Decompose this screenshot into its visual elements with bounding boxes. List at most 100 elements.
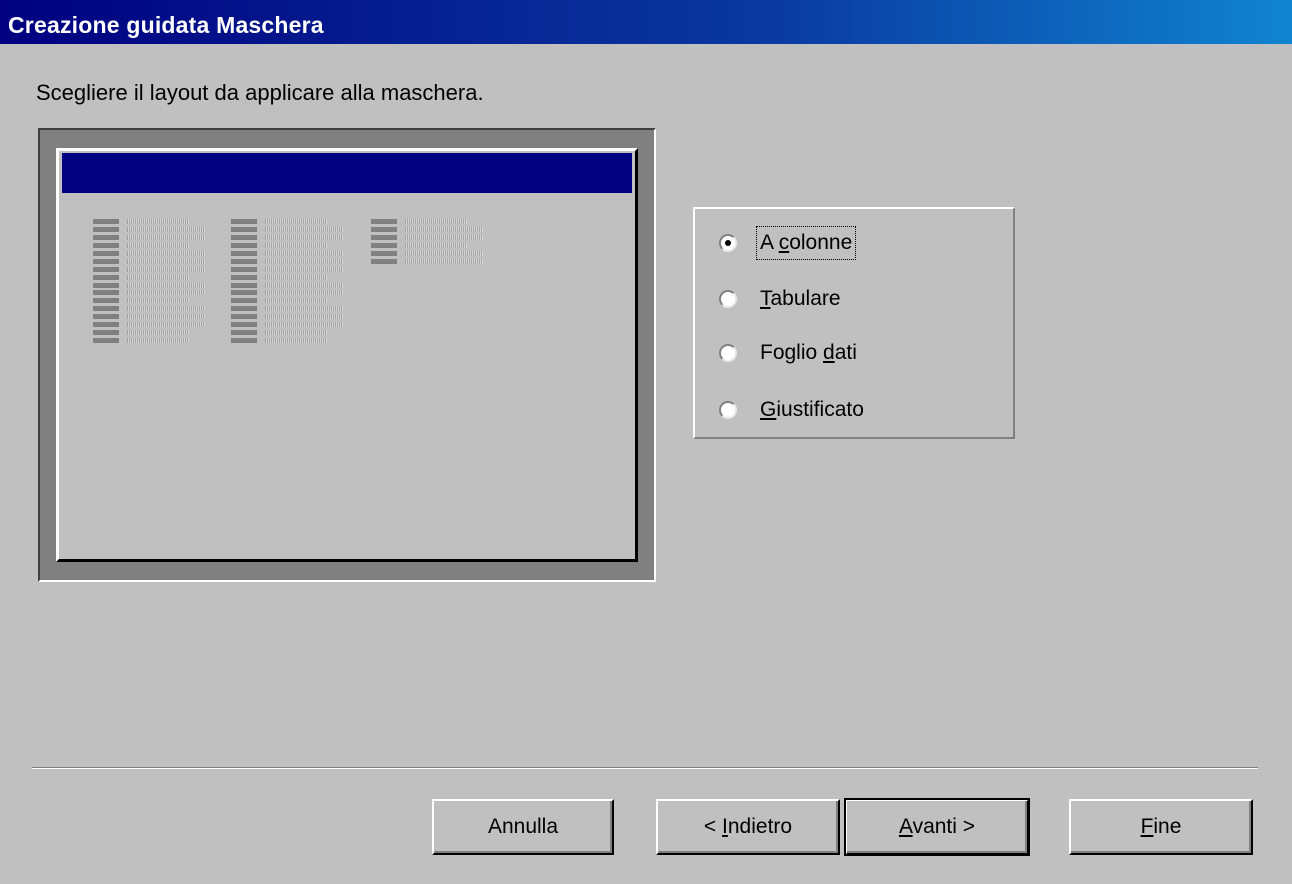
preview-label-block [93,290,119,296]
preview-field-block [127,322,205,328]
preview-label-block [231,266,257,272]
preview-label-block [93,242,119,248]
preview-label-block [231,306,257,312]
preview-label-block [371,242,397,248]
radio-giustificato[interactable] [719,401,737,419]
preview-label-block [93,258,119,264]
preview-field-block [127,298,189,304]
preview-label-block [93,282,119,288]
preview-field-block [265,219,327,224]
preview-field-block [265,274,327,280]
preview-label-block [231,314,257,320]
preview-field-block [265,330,327,336]
preview-field-block [405,219,467,224]
preview-field-block [265,282,343,288]
preview-field-block [127,219,189,224]
preview-label-block [231,282,257,288]
preview-label-block [93,330,119,336]
preview-field-block [127,234,205,240]
preview-field-block [405,250,483,256]
preview-field-block [265,298,327,304]
preview-label-block [371,250,397,256]
preview-label-block [93,298,119,304]
preview-label-block [93,314,119,320]
option-tabulare[interactable]: Tabulare [719,284,844,314]
preview-field-block [265,226,343,232]
preview-label-block [231,274,257,280]
preview-label-block [371,226,397,232]
preview-label-block [93,266,119,272]
preview-field-block [127,250,205,256]
preview-field-block [405,242,467,248]
radio-a-colonne[interactable] [719,234,737,252]
preview-label-block [93,219,119,224]
preview-field-block [265,266,343,272]
option-giustificato[interactable]: Giustificato [719,395,867,425]
option-label-a-colonne[interactable]: A colonne [755,226,857,260]
preview-label-block [93,322,119,328]
preview-field-block [265,234,343,240]
option-label-tabulare[interactable]: Tabulare [757,283,844,315]
preview-field-block [127,258,205,264]
instruction-text: Scegliere il layout da applicare alla ma… [36,80,484,105]
preview-field-block [265,338,327,344]
preview-label-block [93,226,119,232]
back-button[interactable]: < Indietro [656,799,840,855]
window-title: Creazione guidata Maschera [8,12,324,38]
preview-label-block [93,338,119,344]
preview-field-block [265,242,327,248]
preview-label-block [231,298,257,304]
preview-form [56,148,638,562]
preview-field-block [127,338,189,344]
preview-field-block [265,322,343,328]
preview-label-block [93,234,119,240]
preview-label-block [93,250,119,256]
finish-button[interactable]: Fine [1069,799,1253,855]
option-label-foglio-dati[interactable]: Foglio dati [757,337,860,369]
preview-field-block [127,274,189,280]
preview-field-block [127,314,205,320]
preview-label-block [93,274,119,280]
separator [32,767,1258,769]
preview-label-block [231,242,257,248]
preview-field-block [127,330,189,336]
cancel-button[interactable]: Annulla [432,799,614,855]
layout-preview [38,128,656,582]
preview-field-block [265,290,343,296]
radio-tabulare[interactable] [719,290,737,308]
preview-label-block [371,258,397,264]
preview-label-block [231,219,257,224]
preview-label-block [231,290,257,296]
preview-field-block [127,242,189,248]
preview-label-block [231,250,257,256]
preview-field-block [405,258,483,264]
preview-label-block [231,258,257,264]
preview-field-block [405,226,483,232]
preview-label-block [371,219,397,224]
preview-form-header [62,153,632,193]
option-label-giustificato[interactable]: Giustificato [757,394,867,426]
option-a-colonne[interactable]: A colonne [719,226,857,260]
preview-label-block [93,306,119,312]
preview-label-block [231,330,257,336]
layout-option-group: A colonne Tabulare Foglio dati Giustific… [693,207,1015,439]
preview-label-block [231,322,257,328]
next-button[interactable]: Avanti > [844,798,1030,856]
preview-label-block [231,226,257,232]
preview-field-block [265,250,343,256]
preview-field-block [405,234,483,240]
preview-label-block [231,338,257,344]
preview-field-block [127,290,205,296]
preview-label-block [371,234,397,240]
title-bar: Creazione guidata Maschera [0,0,1292,44]
preview-field-block [127,226,205,232]
radio-foglio-dati[interactable] [719,344,737,362]
preview-label-block [231,234,257,240]
preview-field-block [127,306,205,312]
preview-field-block [127,282,205,288]
preview-field-block [265,306,343,312]
preview-field-block [265,314,343,320]
preview-field-block [127,266,205,272]
option-foglio-dati[interactable]: Foglio dati [719,338,860,368]
preview-field-block [265,258,343,264]
